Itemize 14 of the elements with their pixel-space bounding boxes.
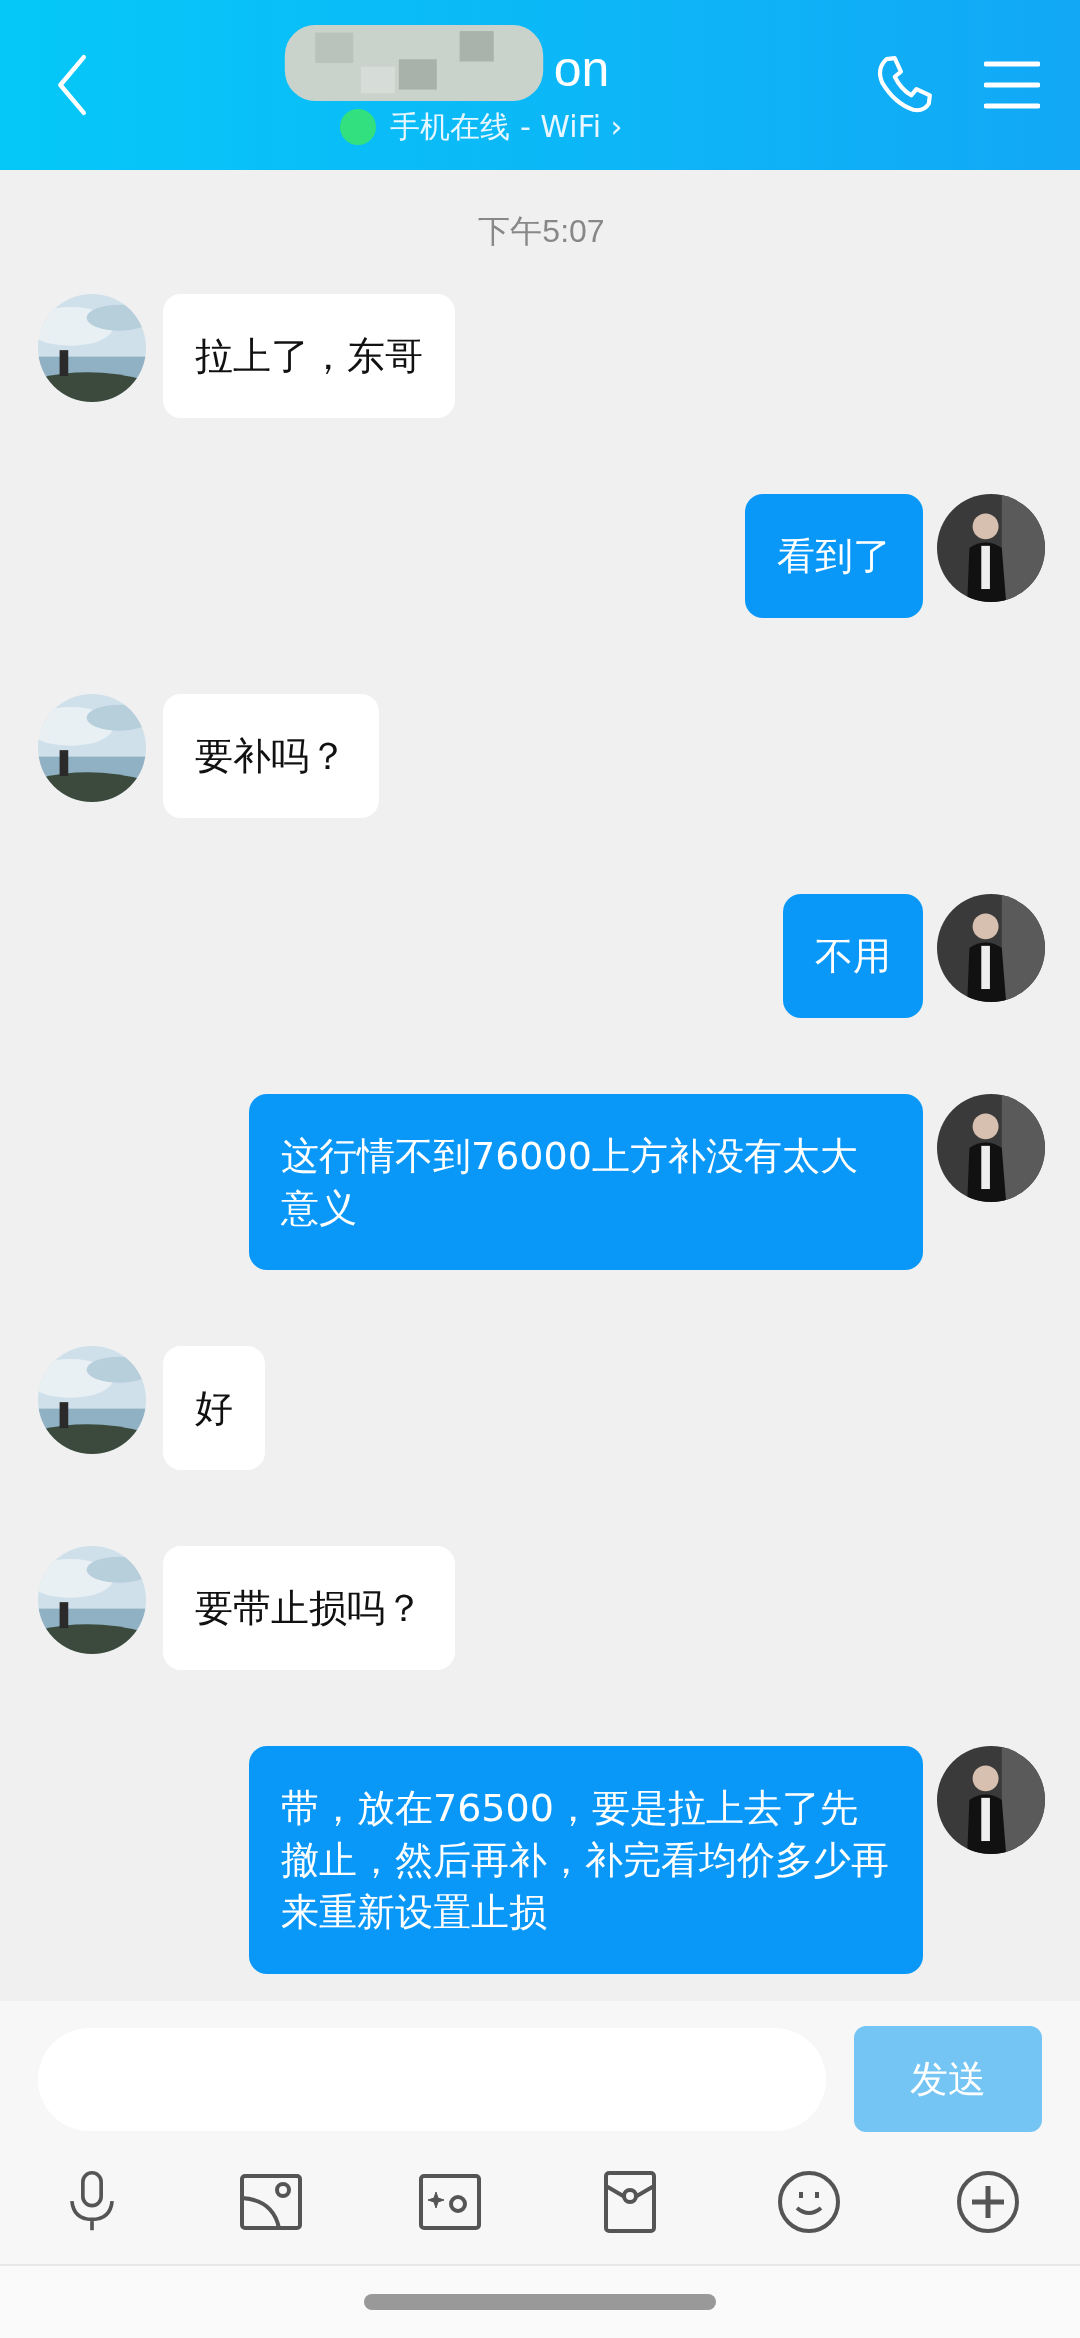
online-status[interactable]: 手机在线 - WiFi › [390,106,623,148]
message-bubble: 带，放在76500，要是拉上去了先撤止，然后再补，补完看均价多少再来重新设置止损 [249,1746,923,1974]
timestamp: 下午5:07 [478,212,605,251]
message-bubble: 要带止损吗？ [163,1546,455,1670]
message-bubble: 这行情不到76000上方补没有太大意义 [249,1094,923,1270]
contact-name: on [553,39,610,98]
message-bubble: 看到了 [745,494,923,618]
plus-icon[interactable] [955,2170,1020,2234]
emoji-icon[interactable] [776,2170,841,2234]
menu-icon[interactable] [984,60,1040,110]
message-bubble: 拉上了，东哥 [163,294,455,418]
message-bubble: 要补吗？ [163,694,379,818]
message-bubble: 好 [163,1346,265,1470]
message-bubble: 不用 [783,894,923,1018]
